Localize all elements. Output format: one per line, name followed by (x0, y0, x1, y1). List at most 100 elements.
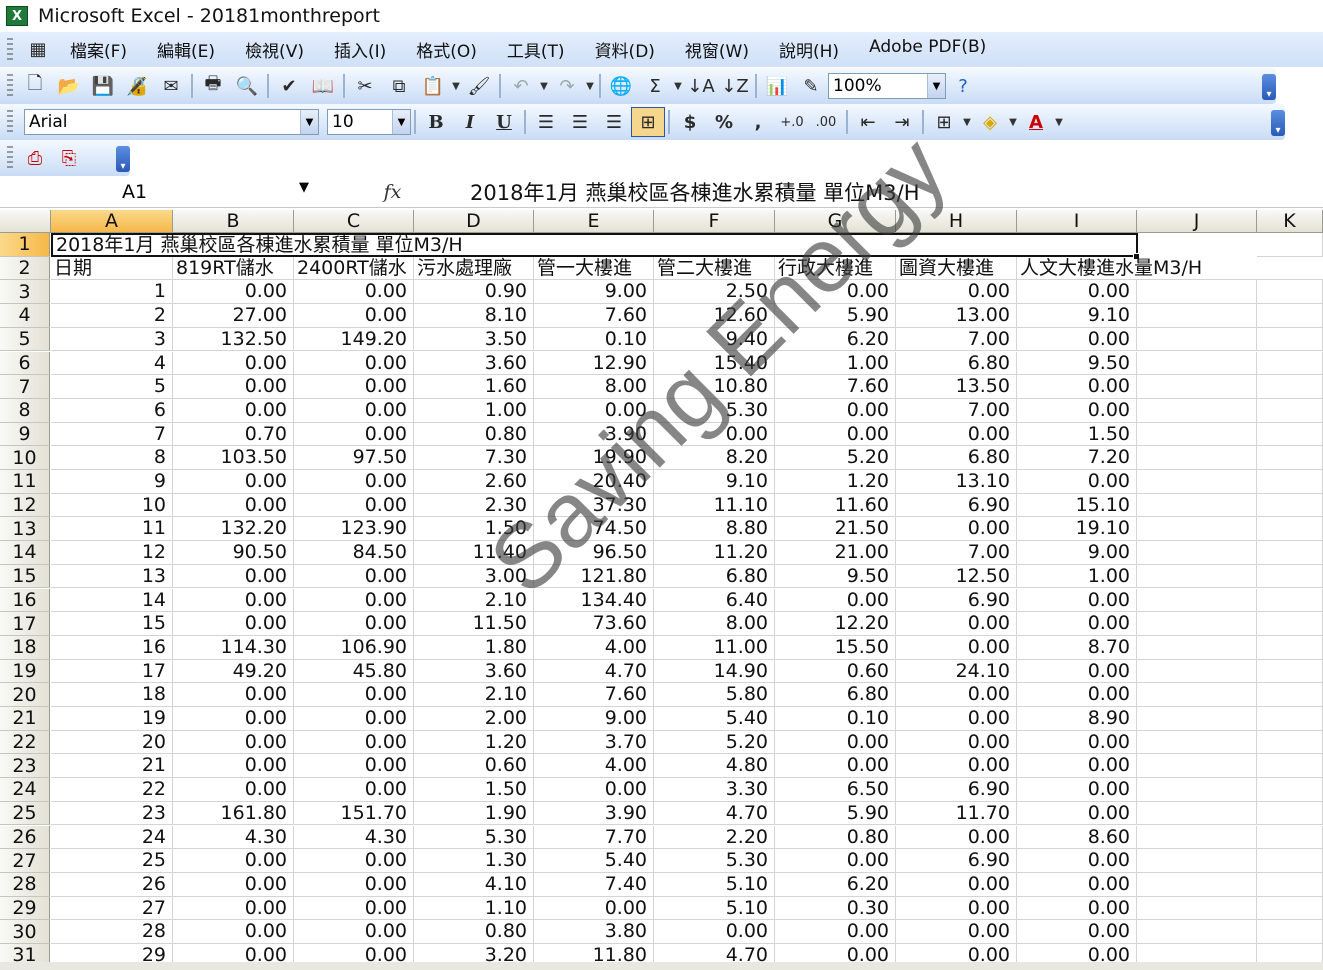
empty-cell[interactable] (1257, 920, 1323, 944)
table-cell[interactable]: 5.30 (654, 398, 775, 423)
table-cell[interactable]: 6.80 (775, 683, 896, 707)
empty-cell[interactable] (1257, 541, 1323, 565)
table-cell[interactable]: 161.80 (173, 801, 294, 826)
table-cell[interactable]: 7.40 (534, 872, 654, 897)
empty-cell[interactable] (1257, 825, 1323, 850)
table-cell[interactable]: 16 (51, 635, 173, 660)
table-cell[interactable]: 9.50 (775, 564, 896, 589)
table-cell[interactable]: 14.90 (654, 659, 775, 684)
table-cell[interactable]: 0.00 (173, 470, 294, 494)
table-cell[interactable]: 10.80 (654, 375, 775, 399)
table-cell[interactable]: 0.00 (1017, 327, 1137, 352)
empty-cell[interactable] (1257, 612, 1323, 636)
table-cell[interactable]: 5.40 (654, 707, 775, 731)
empty-cell[interactable] (1137, 280, 1257, 305)
table-cell[interactable]: 8.70 (1017, 635, 1137, 660)
row-header[interactable]: 25 (0, 801, 50, 826)
table-cell[interactable]: 12.50 (896, 564, 1017, 589)
menu-item-9[interactable]: Adobe PDF(B) (869, 37, 986, 62)
table-cell[interactable]: 0.00 (775, 588, 896, 613)
table-cell[interactable]: 0.00 (896, 517, 1017, 542)
align-right-icon[interactable]: ☰ (597, 107, 631, 137)
empty-cell[interactable] (1257, 422, 1323, 447)
table-cell[interactable]: 0.00 (1017, 730, 1137, 755)
column-header-f[interactable]: F (654, 210, 775, 233)
worksheet-grid[interactable]: A B C D E F G H I J K 1 2 3 4 5 6 7 8 9 10 11 12 13 14 15 16 17 18 19… (0, 210, 1323, 970)
menu-item-2[interactable]: 檢視(V) (245, 37, 304, 62)
table-cell[interactable]: 17 (51, 659, 173, 684)
column-header-k[interactable]: K (1257, 210, 1323, 233)
table-cell[interactable]: 6.20 (775, 327, 896, 352)
table-cell[interactable]: 0.00 (173, 896, 294, 921)
table-cell[interactable]: 8.60 (1017, 825, 1137, 850)
table-cell[interactable]: 13 (51, 564, 173, 589)
table-cell[interactable]: 7.00 (896, 541, 1017, 565)
empty-cell[interactable] (1257, 896, 1323, 921)
table-cell[interactable]: 15.10 (1017, 493, 1137, 518)
table-cell[interactable]: 0.00 (294, 588, 414, 613)
empty-cell[interactable] (1257, 280, 1323, 305)
table-cell[interactable]: 0.00 (775, 920, 896, 944)
table-cell[interactable]: 0.00 (173, 493, 294, 518)
empty-cell[interactable] (1137, 825, 1257, 850)
empty-cell[interactable] (1137, 707, 1257, 731)
table-cell[interactable]: 0.00 (775, 398, 896, 423)
table-cell[interactable]: 0.00 (294, 778, 414, 802)
row-header[interactable]: 11 (0, 470, 50, 494)
table-cell[interactable]: 11.20 (654, 541, 775, 565)
empty-cell[interactable] (1137, 730, 1257, 755)
permission-icon[interactable]: 🔏 (120, 71, 154, 101)
table-cell[interactable]: 0.00 (534, 398, 654, 423)
table-cell[interactable]: 90.50 (173, 541, 294, 565)
table-cell[interactable]: 0.00 (775, 280, 896, 305)
menu-item-4[interactable]: 格式(O) (416, 37, 477, 62)
table-cell[interactable]: 5.10 (654, 872, 775, 897)
table-cell[interactable]: 0.00 (294, 493, 414, 518)
table-cell[interactable]: 5.20 (775, 446, 896, 470)
increase-indent-icon[interactable]: ⇥ (885, 107, 919, 137)
table-cell[interactable]: 5 (51, 375, 173, 399)
row-header[interactable]: 9 (0, 422, 50, 447)
row-header[interactable]: 28 (0, 872, 50, 897)
table-cell[interactable]: 0.00 (1017, 801, 1137, 826)
table-cell[interactable]: 0.00 (896, 920, 1017, 944)
empty-cell[interactable] (1137, 872, 1257, 897)
table-cell[interactable]: 2.50 (654, 280, 775, 305)
column-header-d[interactable]: D (414, 210, 534, 233)
toolbar-grip[interactable] (7, 146, 13, 170)
menu-item-6[interactable]: 資料(D) (595, 37, 655, 62)
table-cell[interactable]: 2.10 (414, 588, 534, 613)
empty-cell[interactable] (1137, 375, 1257, 399)
empty-cell[interactable] (1137, 635, 1257, 660)
table-cell[interactable]: 4.00 (534, 754, 654, 779)
column-header-e[interactable]: E (534, 210, 654, 233)
row-header[interactable]: 30 (0, 920, 50, 944)
row-header[interactable]: 14 (0, 541, 50, 565)
header-cell[interactable]: 人文大樓進水量M3/H (1017, 257, 1323, 281)
table-cell[interactable]: 25 (51, 849, 173, 873)
table-cell[interactable]: 3.00 (414, 564, 534, 589)
table-cell[interactable]: 6.90 (896, 849, 1017, 873)
align-left-icon[interactable]: ☰ (529, 107, 563, 137)
chevron-down-icon[interactable]: ▼ (300, 110, 318, 134)
redo-icon[interactable]: ↷ (550, 71, 584, 101)
chevron-down-icon[interactable]: ▼ (299, 180, 309, 195)
table-cell[interactable]: 9.00 (1017, 541, 1137, 565)
table-cell[interactable]: 123.90 (294, 517, 414, 542)
table-cell[interactable]: 0.00 (534, 896, 654, 921)
empty-cell[interactable] (1137, 920, 1257, 944)
cut-icon[interactable]: ✂ (348, 71, 382, 101)
table-cell[interactable]: 0.00 (173, 398, 294, 423)
italic-button[interactable]: I (453, 107, 487, 137)
table-cell[interactable]: 9.10 (1017, 304, 1137, 328)
menu-item-3[interactable]: 插入(I) (334, 37, 386, 62)
table-cell[interactable]: 0.00 (294, 730, 414, 755)
format-painter-icon[interactable]: 🖌 (462, 71, 496, 101)
table-cell[interactable]: 151.70 (294, 801, 414, 826)
table-cell[interactable]: 37.30 (534, 493, 654, 518)
toolbar-grip[interactable] (7, 37, 13, 62)
table-cell[interactable]: 0.00 (1017, 754, 1137, 779)
worksheet-menu-icon[interactable]: ▦ (18, 35, 58, 65)
table-cell[interactable]: 15.50 (775, 635, 896, 660)
table-cell[interactable]: 97.50 (294, 446, 414, 470)
